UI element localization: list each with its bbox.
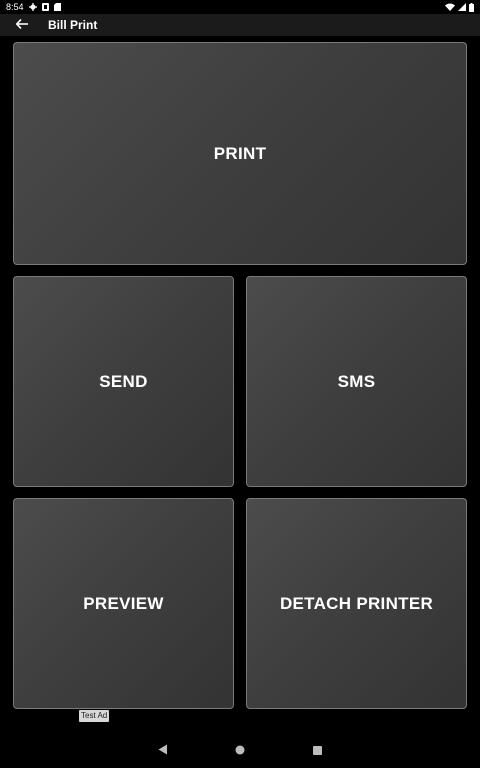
page-title: Bill Print	[48, 18, 98, 32]
status-bar: 8:54	[0, 0, 480, 14]
print-button-label: PRINT	[213, 143, 267, 163]
nav-recents-button[interactable]	[297, 734, 337, 768]
sms-button[interactable]: SMS	[246, 276, 467, 487]
nav-back-button[interactable]	[143, 734, 183, 768]
notification-icon	[41, 3, 49, 11]
signal-icon	[458, 3, 466, 11]
print-button[interactable]: PRINT	[13, 42, 467, 265]
detach-printer-button[interactable]: DETACH PRINTER	[246, 498, 467, 709]
status-left: 8:54	[6, 2, 61, 12]
test-ad-label[interactable]: Test Ad	[79, 710, 110, 722]
nav-home-button[interactable]	[220, 734, 260, 768]
send-button-label: SEND	[99, 371, 148, 391]
gear-icon	[28, 3, 37, 11]
screen: 8:54 Bill Print PRINT SEND SMS PREVIEW D…	[0, 0, 480, 768]
recents-square-icon	[312, 742, 322, 760]
battery-icon	[469, 2, 474, 12]
sd-card-icon	[53, 3, 61, 11]
home-circle-icon	[235, 742, 245, 760]
arrow-left-icon	[15, 16, 28, 34]
sms-button-label: SMS	[337, 371, 376, 391]
preview-button-label: PREVIEW	[83, 593, 164, 613]
wifi-icon	[445, 3, 455, 11]
status-right	[445, 2, 474, 12]
back-button[interactable]	[8, 14, 36, 36]
preview-button[interactable]: PREVIEW	[13, 498, 234, 709]
status-time: 8:54	[6, 2, 24, 12]
back-triangle-icon	[158, 742, 168, 760]
send-button[interactable]: SEND	[13, 276, 234, 487]
app-bar: Bill Print	[0, 14, 480, 36]
detach-printer-button-label: DETACH PRINTER	[279, 593, 434, 613]
navigation-bar	[0, 734, 480, 768]
